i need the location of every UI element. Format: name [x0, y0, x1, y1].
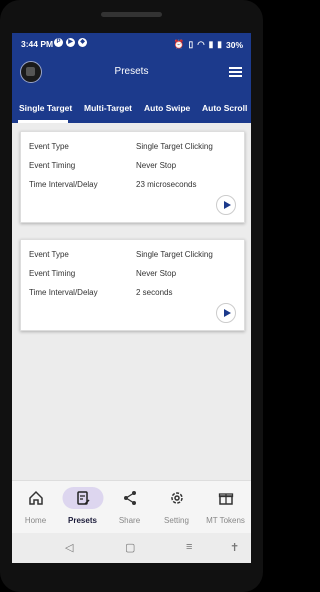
row-label: Event Timing [29, 161, 76, 170]
signal-icon: ▮ [208, 39, 214, 49]
tab-bar: Single Target Multi-Target Auto Swipe Au… [12, 89, 251, 123]
battery-icon: ▮ [217, 39, 222, 49]
alarm-icon: ⏰ [173, 39, 185, 49]
home-icon [28, 490, 43, 505]
play-button[interactable] [216, 303, 236, 323]
system-nav-bar: ◁ ▢ ≡ ✝ [12, 533, 251, 563]
nav-mt-tokens[interactable]: MT Tokens [200, 481, 251, 534]
row-label: Event Type [29, 250, 69, 259]
presets-icon [76, 491, 90, 505]
row-label: Event Type [29, 142, 69, 151]
share-icon [123, 491, 136, 505]
back-icon[interactable]: ◁ [65, 541, 73, 554]
bottom-nav: Home Presets Share Setting MT Tokens [12, 480, 251, 534]
active-tab-indicator [18, 120, 68, 123]
app-bar: Presets [12, 55, 251, 89]
nav-share[interactable]: Share [106, 481, 153, 534]
nav-setting[interactable]: Setting [153, 481, 200, 534]
row-value: Single Target Clicking [136, 250, 213, 259]
status-time: 3:44 PM [21, 39, 54, 49]
tab-auto-scroll[interactable]: Auto Scroll [202, 103, 247, 113]
battery-percent: 30% [225, 39, 243, 50]
wifi-icon: ◠ [197, 39, 205, 49]
accessibility-icon[interactable]: ✝ [230, 541, 239, 554]
row-label: Time Interval/Delay [29, 288, 98, 297]
phone-frame: 3:44 PM P ▶ ◆ ⏰ ▯ ◠ ▮ ▮ 30% Presets Sing… [0, 0, 263, 592]
row-label: Event Timing [29, 269, 76, 278]
menu-icon[interactable] [229, 67, 242, 77]
nav-home[interactable]: Home [12, 481, 59, 534]
tab-multi-target[interactable]: Multi-Target [84, 103, 132, 113]
gift-icon [218, 493, 233, 505]
row-value: 23 microseconds [136, 180, 197, 189]
screen: 3:44 PM P ▶ ◆ ⏰ ▯ ◠ ▮ ▮ 30% Presets Sing… [12, 33, 251, 563]
shield-icon: ◆ [78, 38, 87, 47]
row-value: Never Stop [136, 269, 177, 278]
row-value: Never Stop [136, 161, 177, 170]
row-value: 2 seconds [136, 288, 173, 297]
row-label: Time Interval/Delay [29, 180, 98, 189]
home-circle-icon[interactable]: ▢ [125, 541, 135, 554]
gear-icon [170, 492, 183, 504]
page-title: Presets [114, 66, 149, 77]
tab-auto-swipe[interactable]: Auto Swipe [144, 103, 190, 113]
preset-card[interactable]: Event Type Single Target Clicking Event … [20, 131, 245, 223]
preset-card[interactable]: Event Type Single Target Clicking Event … [20, 239, 245, 331]
speaker-grille [101, 12, 162, 17]
status-bar: 3:44 PM P ▶ ◆ ⏰ ▯ ◠ ▮ ▮ 30% [12, 33, 251, 55]
p-icon: P [54, 38, 63, 47]
row-value: Single Target Clicking [136, 142, 213, 151]
play-button[interactable] [216, 195, 236, 215]
vibrate-icon: ▯ [188, 39, 194, 49]
media-icon: ▶ [66, 38, 75, 47]
recents-icon[interactable]: ≡ [186, 541, 192, 553]
tab-single-target[interactable]: Single Target [19, 103, 72, 113]
nav-presets[interactable]: Presets [59, 481, 106, 534]
